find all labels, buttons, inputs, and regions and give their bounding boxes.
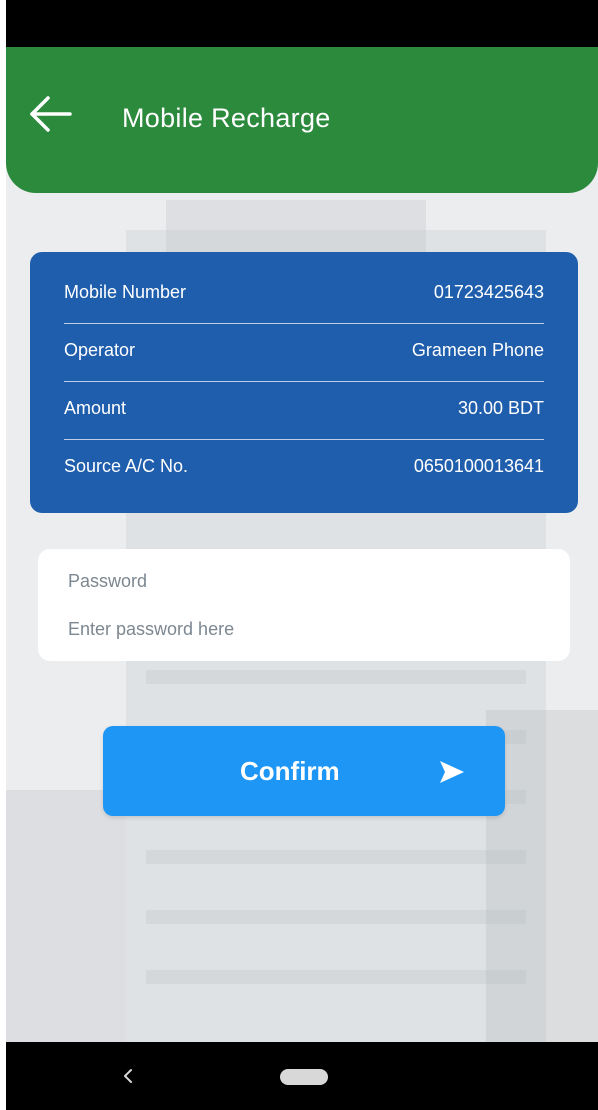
back-button[interactable] (26, 89, 76, 139)
summary-label: Mobile Number (64, 282, 187, 302)
summary-row-operator: Operator Grameen Phone (64, 310, 544, 368)
summary-value: 0650100013641 (413, 456, 544, 476)
summary-value: Grameen Phone (411, 340, 544, 360)
system-navigation-bar (6, 1042, 598, 1110)
phone-screen: Mobile Recharge Mobile Number 0172342564… (6, 0, 598, 1110)
confirm-button[interactable]: Confirm (103, 726, 505, 816)
app-bar: Mobile Recharge (6, 47, 598, 193)
status-bar (6, 0, 598, 47)
arrow-left-icon (30, 96, 72, 132)
password-input[interactable] (68, 615, 538, 643)
summary-value: 01723425643 (433, 282, 544, 302)
send-icon (440, 761, 464, 783)
password-label: Password (68, 571, 148, 591)
page-title: Mobile Recharge (122, 103, 331, 133)
summary-label: Amount (64, 398, 127, 418)
summary-row-mobile-number: Mobile Number 01723425643 (64, 252, 544, 310)
summary-label: Operator (64, 340, 136, 360)
confirm-button-label: Confirm (240, 756, 340, 786)
nav-back-icon[interactable] (119, 1064, 135, 1088)
recharge-summary-card: Mobile Number 01723425643 Operator Grame… (30, 252, 578, 513)
password-card: Password (38, 549, 570, 661)
summary-row-amount: Amount 30.00 BDT (64, 368, 544, 426)
summary-label: Source A/C No. (64, 456, 189, 476)
summary-row-source-account: Source A/C No. 0650100013641 (64, 426, 544, 484)
nav-home-pill[interactable] (280, 1069, 328, 1085)
summary-value: 30.00 BDT (457, 398, 544, 418)
